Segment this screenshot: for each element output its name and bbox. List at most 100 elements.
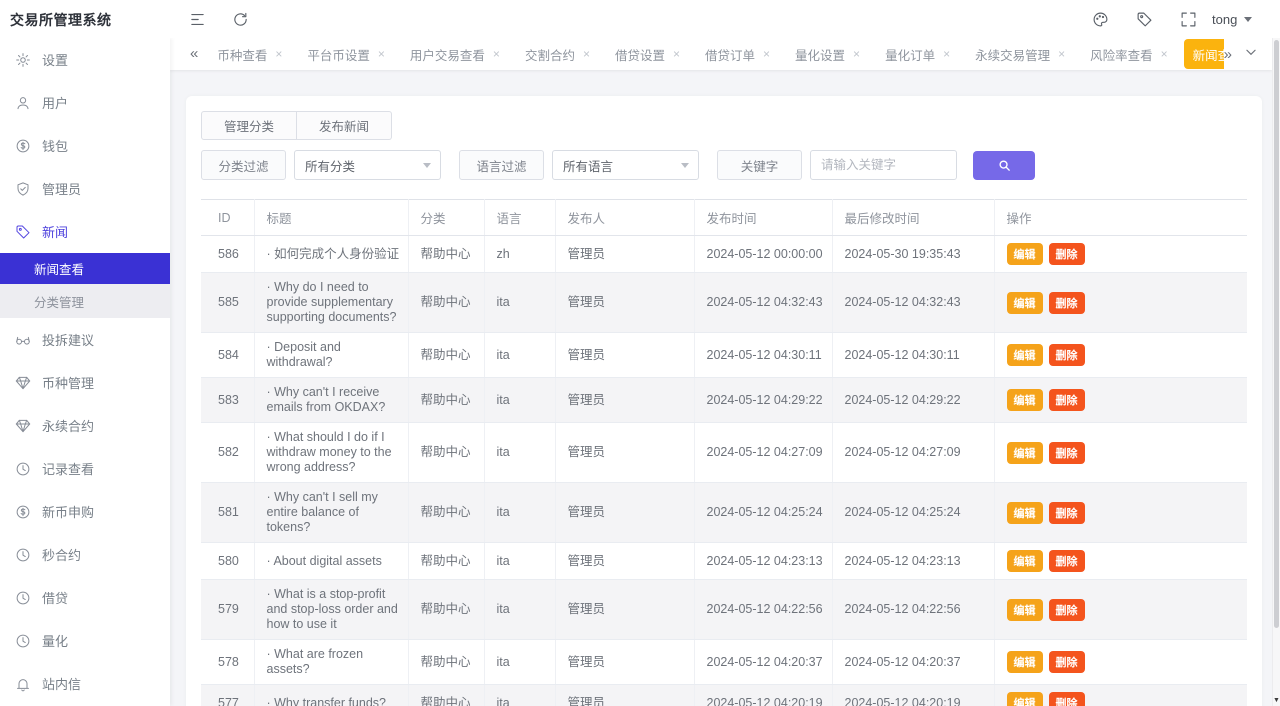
tab-close-icon[interactable]: × [275,48,282,60]
category-filter-select[interactable]: 所有分类 [294,150,441,180]
glasses-icon [15,332,31,348]
user-icon [15,95,31,111]
edit-button[interactable]: 编辑 [1007,442,1043,464]
vertical-scrollbar[interactable]: ▼ [1272,38,1280,706]
delete-button[interactable]: 删除 [1049,292,1085,314]
category-filter-value: 所有分类 [305,156,355,175]
sidebar-item[interactable]: 币种管理 [0,361,170,404]
sidebar-item-label: 站内信 [42,674,81,693]
tab-item[interactable]: 量化订单× [876,39,959,69]
tab-close-icon[interactable]: × [763,48,770,60]
tabs-scroll-left-icon[interactable]: « [170,45,208,64]
tab-item[interactable]: 量化设置× [786,39,869,69]
sidebar-subitem[interactable]: 分类管理 [0,284,170,318]
tab-close-icon[interactable]: × [943,48,950,60]
tab-close-icon[interactable]: × [1058,48,1065,60]
delete-button[interactable]: 删除 [1049,651,1085,673]
tab-item[interactable]: 新闻查看× [1184,39,1224,69]
cell-id: 583 [201,378,254,423]
cell-title: · Why transfer funds? [254,685,408,706]
tab-item[interactable]: 平台币设置× [298,39,394,69]
table-row: 578· What are frozen assets?帮助中心ita管理员20… [201,640,1247,685]
sidebar-item[interactable]: 新币申购 [0,490,170,533]
tab-close-icon[interactable]: × [378,48,385,60]
edit-button[interactable]: 编辑 [1007,389,1043,411]
sidebar-item[interactable]: 站内信 [0,662,170,705]
tag-icon[interactable] [1133,8,1155,30]
edit-button[interactable]: 编辑 [1007,692,1043,706]
tabs-scroll-right-icon[interactable]: » [1224,46,1232,63]
sidebar-subitem[interactable]: 新闻查看 [0,253,170,284]
keyword-input[interactable] [810,150,957,180]
tab-item[interactable]: 永续交易管理× [966,39,1074,69]
cell-category: 帮助中心 [408,483,484,543]
search-icon [997,158,1012,173]
search-button[interactable] [973,151,1035,180]
sidebar-item-label: 量化 [42,631,68,650]
tab-item[interactable]: 风险率查看× [1081,39,1177,69]
sidebar-item[interactable]: 秒合约 [0,533,170,576]
user-menu[interactable]: tong [1212,8,1252,30]
tab-close-icon[interactable]: × [673,48,680,60]
delete-button[interactable]: 删除 [1049,502,1085,524]
sidebar-item[interactable]: 用户 [0,81,170,124]
delete-button[interactable]: 删除 [1049,442,1085,464]
page-action-button[interactable]: 发布新闻 [297,111,392,140]
clock-icon [15,547,31,563]
edit-button[interactable]: 编辑 [1007,550,1043,572]
sidebar-item[interactable]: 钱包 [0,124,170,167]
column-header: 标题 [254,200,408,236]
tab-close-icon[interactable]: × [583,48,590,60]
language-filter-select[interactable]: 所有语言 [552,150,699,180]
sidebar-item[interactable]: 投拆建议 [0,318,170,361]
cell-modified-time: 2024-05-12 04:32:43 [832,273,994,333]
tab-item[interactable]: 借贷订单× [696,39,779,69]
edit-button[interactable]: 编辑 [1007,502,1043,524]
scrollbar-thumb[interactable] [1274,40,1279,628]
sidebar-item[interactable]: 记录查看 [0,447,170,490]
sidebar-item[interactable]: 量化 [0,619,170,662]
fullscreen-icon[interactable] [1177,8,1199,30]
delete-button[interactable]: 删除 [1049,599,1085,621]
tabs-menu-chevron-icon[interactable] [1244,45,1258,63]
category-filter-label: 分类过滤 [201,150,286,180]
page-action-button[interactable]: 管理分类 [201,111,297,140]
cell-publish-time: 2024-05-12 04:32:43 [694,273,832,333]
cell-modified-time: 2024-05-12 04:20:37 [832,640,994,685]
delete-button[interactable]: 删除 [1049,692,1085,706]
sidebar-item[interactable]: 设置 [0,38,170,81]
refresh-icon[interactable] [229,8,251,30]
sidebar-item[interactable]: 永续合约 [0,404,170,447]
cell-category: 帮助中心 [408,333,484,378]
tab-close-icon[interactable]: × [493,48,500,60]
language-filter-value: 所有语言 [563,156,613,175]
column-header: 发布人 [555,200,694,236]
sidebar-item[interactable]: 管理员 [0,167,170,210]
edit-button[interactable]: 编辑 [1007,243,1043,265]
tab-label: 用户交易查看 [410,45,485,64]
cell-publisher: 管理员 [555,273,694,333]
delete-button[interactable]: 删除 [1049,344,1085,366]
theme-palette-icon[interactable] [1089,8,1111,30]
column-header: 分类 [408,200,484,236]
sidebar-item[interactable]: 新闻 [0,210,170,253]
edit-button[interactable]: 编辑 [1007,292,1043,314]
edit-button[interactable]: 编辑 [1007,599,1043,621]
menu-collapse-icon[interactable] [186,8,208,30]
delete-button[interactable]: 删除 [1049,550,1085,572]
edit-button[interactable]: 编辑 [1007,344,1043,366]
cell-id: 582 [201,423,254,483]
tab-item[interactable]: 币种查看× [208,39,291,69]
clock-icon [15,590,31,606]
delete-button[interactable]: 删除 [1049,389,1085,411]
cell-publisher: 管理员 [555,236,694,273]
tab-item[interactable]: 借贷设置× [606,39,689,69]
tab-close-icon[interactable]: × [853,48,860,60]
scrollbar-down-arrow-icon[interactable]: ▼ [1273,697,1280,704]
tab-item[interactable]: 交割合约× [516,39,599,69]
delete-button[interactable]: 删除 [1049,243,1085,265]
sidebar-item[interactable]: 借贷 [0,576,170,619]
edit-button[interactable]: 编辑 [1007,651,1043,673]
tab-close-icon[interactable]: × [1161,48,1168,60]
tab-item[interactable]: 用户交易查看 × [401,39,509,69]
